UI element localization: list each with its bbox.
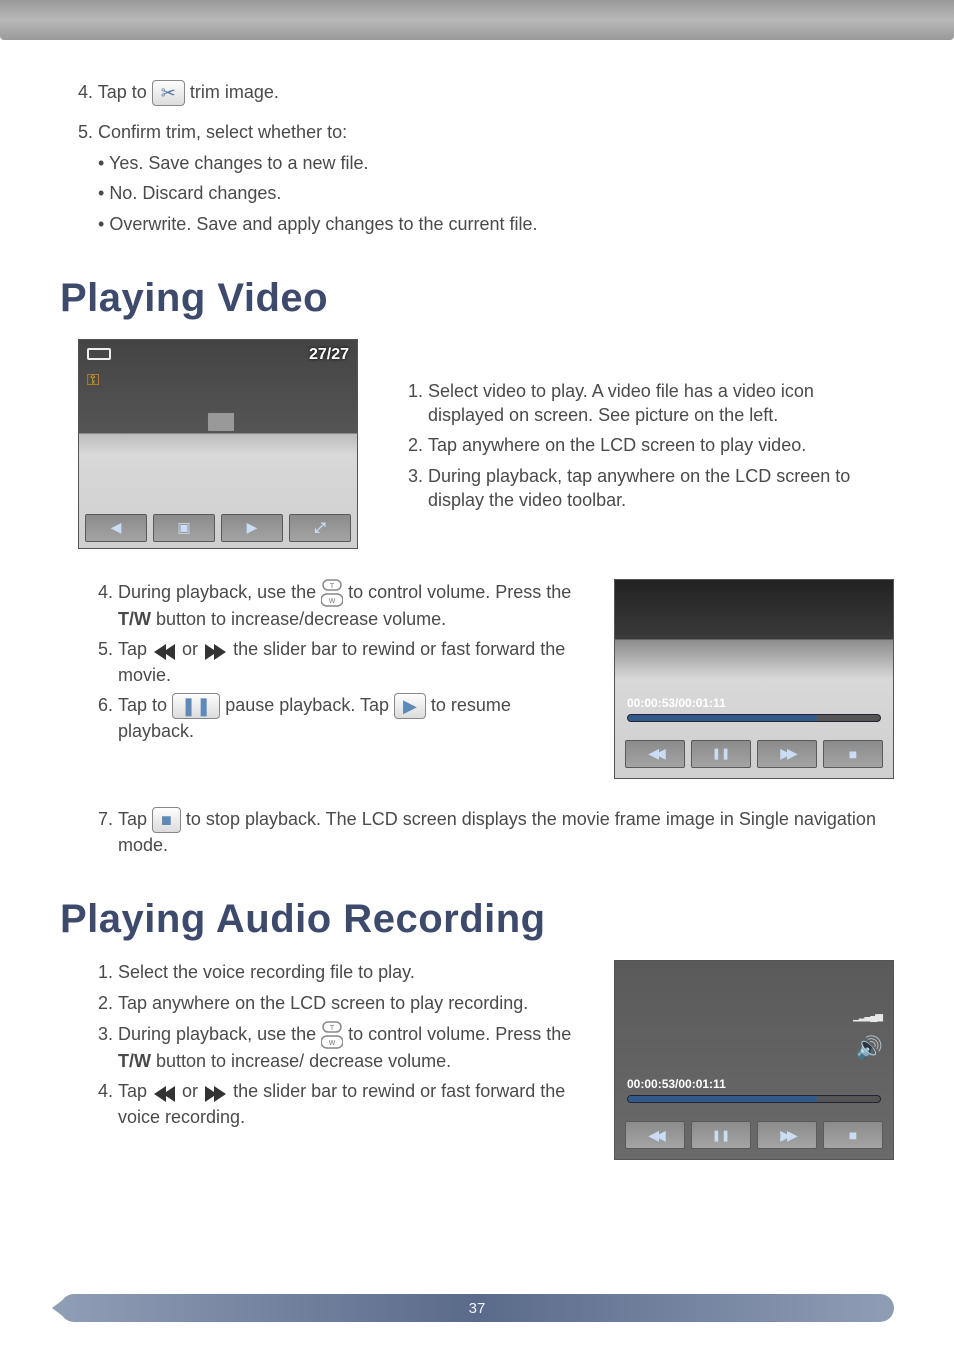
progress-bar[interactable] bbox=[627, 1095, 881, 1103]
video-thumbnail-screenshot: ⚿ 27/27 bbox=[78, 339, 358, 549]
page-number: 37 bbox=[469, 1300, 486, 1317]
video-row-1: ⚿ 27/27 Select video to play. A video fi… bbox=[60, 339, 894, 549]
rewind-button[interactable] bbox=[625, 1121, 685, 1149]
page-content: 4. Tap to ✂ trim image. 5. Confirm trim,… bbox=[0, 40, 954, 1160]
step-4: 4. Tap to ✂ trim image. bbox=[78, 80, 894, 106]
stop-button[interactable] bbox=[823, 740, 883, 768]
audio-step-4: Tap or the slider bar to rewind or fast … bbox=[118, 1079, 584, 1129]
step-5: 5. Confirm trim, select whether to: bbox=[78, 122, 894, 143]
video-step-3: During playback, tap anywhere on the LCD… bbox=[428, 464, 894, 513]
stop-icon[interactable]: ■ bbox=[152, 807, 181, 833]
svg-text:T: T bbox=[330, 1025, 335, 1032]
pause-button[interactable] bbox=[691, 740, 751, 768]
header-bar bbox=[0, 0, 954, 40]
tw-label: T/W bbox=[118, 1051, 151, 1071]
fastforward-button[interactable] bbox=[757, 1121, 817, 1149]
video-playback-screenshot: 00:00:53/00:01:11 bbox=[614, 579, 894, 779]
video-step-7-row: Tap ■ to stop playback. The LCD screen d… bbox=[78, 807, 894, 858]
progress-fill bbox=[628, 715, 817, 721]
trim-section: 4. Tap to ✂ trim image. 5. Confirm trim,… bbox=[78, 80, 894, 236]
video-step-2: Tap anywhere on the LCD screen to play v… bbox=[428, 433, 894, 457]
volume-level-icon: ▁▂▃▄▅ bbox=[853, 1011, 881, 1022]
speaker-icon: 🔊 bbox=[856, 1035, 883, 1061]
pause-button[interactable] bbox=[691, 1121, 751, 1149]
stop-button[interactable] bbox=[823, 1121, 883, 1149]
tw-zoom-icon: TW bbox=[321, 579, 343, 607]
video-steps-1-3: Select video to play. A video file has a… bbox=[388, 339, 894, 518]
video-step-1: Select video to play. A video file has a… bbox=[428, 379, 894, 428]
video-step-4: During playback, use the TW to control v… bbox=[118, 579, 584, 631]
play-button[interactable] bbox=[221, 514, 283, 542]
step4-text-a: 4. Tap to bbox=[78, 82, 152, 102]
video-file-icon bbox=[207, 412, 235, 432]
audio-step-2: Tap anywhere on the LCD screen to play r… bbox=[118, 991, 584, 1015]
svg-text:W: W bbox=[329, 598, 336, 605]
fastforward-icon bbox=[205, 1080, 226, 1104]
progress-fill bbox=[628, 1096, 817, 1102]
image-counter: 27/27 bbox=[309, 346, 349, 364]
pause-icon[interactable]: ❚❚ bbox=[172, 693, 220, 719]
svg-text:W: W bbox=[329, 1040, 336, 1047]
video-step-6: Tap to ❚❚ pause playback. Tap ▶ to resum… bbox=[118, 693, 584, 744]
thumbnail-bottom-bar bbox=[85, 514, 351, 542]
fastforward-button[interactable] bbox=[757, 740, 817, 768]
rewind-icon bbox=[154, 638, 175, 662]
video-steps-4-6: During playback, use the TW to control v… bbox=[78, 579, 584, 750]
video-step-7: Tap ■ to stop playback. The LCD screen d… bbox=[118, 807, 894, 858]
video-step-5: Tap or the slider bar to rewind or fast … bbox=[118, 637, 584, 687]
svg-text:T: T bbox=[330, 583, 335, 590]
audio-timeline: 00:00:53/00:01:11 bbox=[627, 1077, 881, 1103]
heading-playing-video: Playing Video bbox=[60, 276, 894, 321]
option-yes: Yes. Save changes to a new file. bbox=[98, 151, 894, 175]
heading-playing-audio: Playing Audio Recording bbox=[60, 897, 894, 942]
scissors-icon[interactable]: ✂ bbox=[152, 80, 185, 106]
option-overwrite: Overwrite. Save and apply changes to the… bbox=[98, 212, 894, 236]
prev-button[interactable] bbox=[85, 514, 147, 542]
audio-steps: Select the voice recording file to play.… bbox=[78, 960, 584, 1135]
video-timeline: 00:00:53/00:01:11 bbox=[627, 696, 881, 722]
audio-playbar bbox=[625, 1121, 883, 1149]
audio-playback-screenshot: ▁▂▃▄▅ 🔊 00:00:53/00:01:11 bbox=[614, 960, 894, 1160]
battery-icon bbox=[87, 348, 111, 360]
video-row-2: During playback, use the TW to control v… bbox=[60, 579, 894, 779]
mode-button[interactable] bbox=[153, 514, 215, 542]
video-timecode: 00:00:53/00:01:11 bbox=[627, 696, 881, 710]
tw-zoom-icon: TW bbox=[321, 1021, 343, 1049]
fastforward-icon bbox=[205, 638, 226, 662]
audio-step-3: During playback, use the TW to control v… bbox=[118, 1021, 584, 1073]
progress-bar[interactable] bbox=[627, 714, 881, 722]
zoom-button[interactable] bbox=[289, 514, 351, 542]
play-icon[interactable]: ▶ bbox=[394, 693, 426, 719]
tw-label: T/W bbox=[118, 609, 151, 629]
page-number-bar: 37 bbox=[60, 1294, 894, 1322]
trim-options-list: Yes. Save changes to a new file. No. Dis… bbox=[98, 151, 894, 236]
rewind-button[interactable] bbox=[625, 740, 685, 768]
key-icon: ⚿ bbox=[87, 372, 99, 390]
audio-row: Select the voice recording file to play.… bbox=[60, 960, 894, 1160]
step4-text-b: trim image. bbox=[190, 82, 279, 102]
video-playbar bbox=[625, 740, 883, 768]
option-no: No. Discard changes. bbox=[98, 181, 894, 205]
audio-step-1: Select the voice recording file to play. bbox=[118, 960, 584, 984]
audio-timecode: 00:00:53/00:01:11 bbox=[627, 1077, 881, 1091]
rewind-icon bbox=[154, 1080, 175, 1104]
